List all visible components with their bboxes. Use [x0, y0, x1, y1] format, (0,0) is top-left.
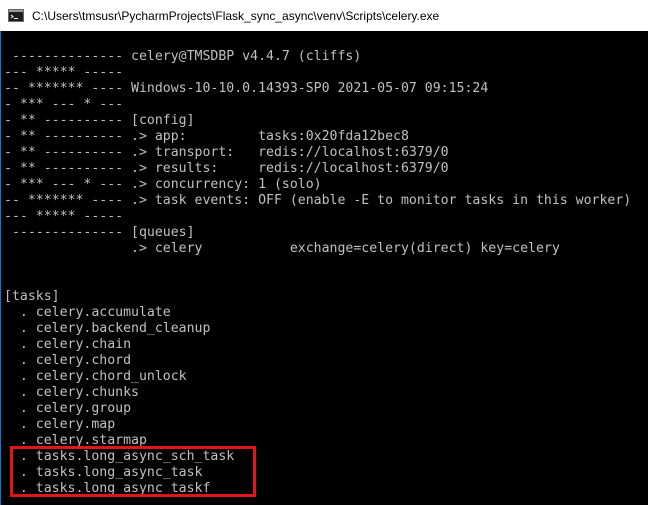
- console-line: . celery.chunks: [4, 385, 139, 400]
- console-line: - ** ---------- .> app: tasks:0x20fda12b…: [4, 129, 409, 144]
- console-line: . tasks.long_async_sch_task: [4, 449, 235, 464]
- window-border: [0, 31, 1, 505]
- console-text: -------------- celery@TMSDBP v4.4.7 (cli…: [4, 33, 644, 497]
- console-line: -- ******* ---- .> task events: OFF (ena…: [4, 193, 632, 208]
- console-line: . celery.map: [4, 417, 116, 432]
- console-output[interactable]: -------------- celery@TMSDBP v4.4.7 (cli…: [4, 33, 644, 505]
- console-line: .> celery exchange=celery(direct) key=ce…: [4, 241, 560, 256]
- console-line: . celery.backend_cleanup: [4, 321, 211, 336]
- window-title: C:\Users\tmsusr\PycharmProjects\Flask_sy…: [32, 8, 440, 23]
- console-line: [tasks]: [4, 289, 60, 304]
- console-line: . celery.group: [4, 401, 132, 416]
- console-line: . tasks.long_async_taskf: [4, 481, 211, 496]
- console-line: - ** ---------- .> results: redis://loca…: [4, 161, 449, 176]
- console-window: C:\Users\tmsusr\PycharmProjects\Flask_sy…: [0, 0, 648, 505]
- console-line: -------------- [queues]: [4, 225, 195, 240]
- console-line: --- ***** -----: [4, 65, 124, 80]
- console-line: . celery.chord_unlock: [4, 369, 187, 384]
- console-line: . celery.chord: [4, 353, 132, 368]
- console-line: - ** ---------- [config]: [4, 113, 195, 128]
- console-line: . celery.accumulate: [4, 305, 171, 320]
- console-line: -------------- celery@TMSDBP v4.4.7 (cli…: [4, 49, 362, 64]
- console-line: -- ******* ---- Windows-10-10.0.14393-SP…: [4, 81, 489, 96]
- console-line: - ** ---------- .> transport: redis://lo…: [4, 145, 449, 160]
- console-line: - *** --- * ---: [4, 97, 124, 112]
- console-line: . celery.chain: [4, 337, 132, 352]
- title-bar[interactable]: C:\Users\tmsusr\PycharmProjects\Flask_sy…: [0, 0, 648, 31]
- console-line: . tasks.long_async_task: [4, 465, 203, 480]
- console-line: . celery.starmap: [4, 433, 147, 448]
- console-icon: [8, 9, 24, 22]
- console-line: - *** --- * --- .> concurrency: 1 (solo): [4, 177, 322, 192]
- console-line: --- ***** -----: [4, 209, 124, 224]
